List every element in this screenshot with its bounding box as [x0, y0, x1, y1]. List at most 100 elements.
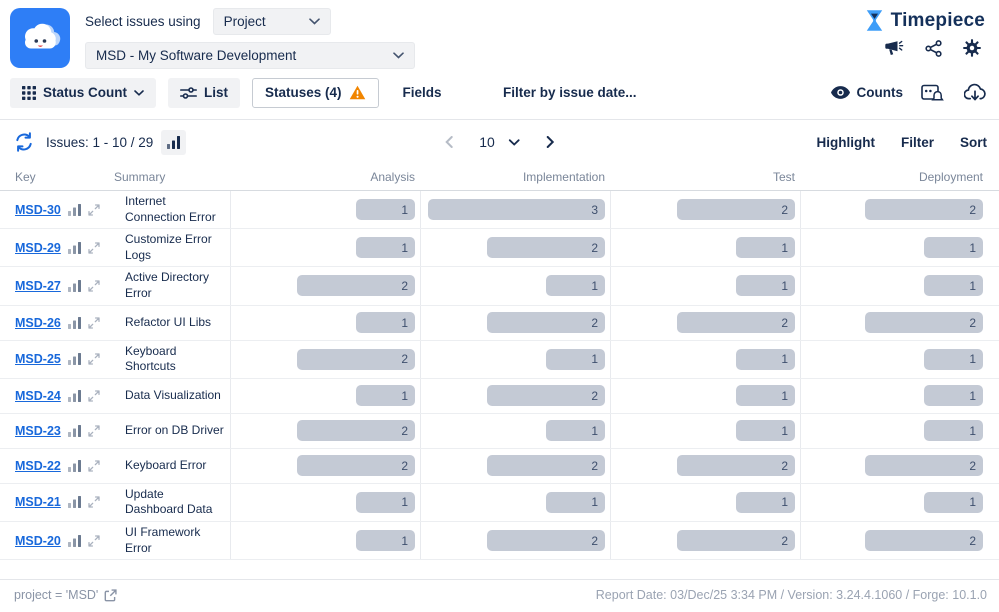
issue-expand-button[interactable] — [88, 242, 100, 254]
status-count-cell: 1 — [420, 341, 610, 378]
next-page-button[interactable] — [544, 134, 557, 150]
status-count-value: 2 — [591, 459, 605, 473]
issue-expand-button[interactable] — [88, 535, 100, 547]
issue-expand-button[interactable] — [88, 390, 100, 402]
fields-label: Fields — [403, 85, 442, 100]
status-count-bar: 1 — [736, 385, 795, 406]
issue-expand-button[interactable] — [88, 204, 100, 216]
status-count-value: 1 — [969, 241, 983, 255]
status-count-bar: 2 — [487, 530, 605, 551]
status-count-bar: 1 — [356, 530, 415, 551]
issue-chart-button[interactable] — [68, 425, 81, 437]
issue-expand-button[interactable] — [88, 353, 100, 365]
refresh-button[interactable] — [12, 130, 36, 154]
issue-expand-button[interactable] — [88, 280, 100, 292]
status-count-value: 2 — [591, 241, 605, 255]
status-count-cell: 1 — [610, 267, 800, 304]
summary-cell: Refactor UI Libs — [112, 306, 230, 340]
issue-key-link[interactable]: MSD-20 — [15, 534, 61, 548]
list-button[interactable]: List — [168, 78, 240, 108]
status-count-bar: 1 — [356, 385, 415, 406]
mode-dropdown[interactable]: Project — [213, 8, 331, 35]
status-count-cell: 2 — [420, 229, 610, 266]
table-row: MSD-27Active Directory Error2111 — [0, 267, 999, 305]
status-count-value: 2 — [401, 459, 415, 473]
issue-chart-button[interactable] — [68, 460, 81, 472]
table-header-row: Key Summary Analysis Implementation Test… — [0, 166, 999, 191]
status-count-value: 2 — [969, 459, 983, 473]
status-count-bar: 2 — [297, 420, 415, 441]
view-type-button[interactable]: Status Count — [10, 78, 156, 108]
issue-key-link[interactable]: MSD-27 — [15, 279, 61, 293]
issue-chart-button[interactable] — [68, 496, 81, 508]
issue-chart-button[interactable] — [68, 204, 81, 216]
highlight-button[interactable]: Highlight — [817, 135, 875, 150]
issue-expand-button[interactable] — [88, 317, 100, 329]
filter-button[interactable]: Filter — [901, 135, 934, 150]
key-cell: MSD-21 — [0, 484, 112, 521]
external-link-icon[interactable] — [104, 589, 117, 602]
status-count-cell: 1 — [610, 379, 800, 413]
bar-chart-icon — [68, 204, 81, 216]
status-count-value: 1 — [401, 316, 415, 330]
issue-key-link[interactable]: MSD-23 — [15, 424, 61, 438]
bar-chart-icon — [68, 353, 81, 365]
expand-icon — [88, 242, 100, 254]
export-button[interactable] — [962, 81, 989, 104]
brand-area: Timepiece — [862, 8, 987, 59]
settings-button[interactable] — [961, 37, 983, 59]
issue-key-link[interactable]: MSD-30 — [15, 203, 61, 217]
status-count-value: 1 — [969, 389, 983, 403]
chevron-left-icon — [444, 136, 453, 148]
status-count-cell: 2 — [610, 522, 800, 559]
jql-query: project = 'MSD' — [14, 588, 117, 602]
key-cell: MSD-30 — [0, 191, 112, 228]
status-count-bar: 1 — [924, 237, 983, 258]
announcements-button[interactable] — [883, 38, 906, 59]
issue-chart-button[interactable] — [68, 353, 81, 365]
issue-chart-button[interactable] — [68, 390, 81, 402]
key-cell: MSD-24 — [0, 379, 112, 413]
status-count-cell: 1 — [800, 379, 999, 413]
chart-view-toggle[interactable] — [161, 130, 186, 155]
issue-chart-button[interactable] — [68, 317, 81, 329]
status-count-cell: 1 — [800, 267, 999, 304]
sort-button[interactable]: Sort — [960, 135, 987, 150]
counts-button[interactable]: Counts — [831, 85, 904, 100]
report-subscription-button[interactable] — [919, 81, 946, 104]
date-filter-button[interactable]: Filter by issue date... — [503, 85, 637, 100]
share-button[interactable] — [923, 38, 944, 59]
status-count-cell: 2 — [800, 449, 999, 483]
status-count-cell: 1 — [420, 267, 610, 304]
mode-dropdown-value: Project — [224, 14, 266, 29]
project-dropdown[interactable]: MSD - My Software Development — [85, 42, 415, 69]
view-type-label: Status Count — [43, 85, 127, 100]
issue-chart-button[interactable] — [68, 242, 81, 254]
status-count-bar: 1 — [736, 237, 795, 258]
issue-key-link[interactable]: MSD-29 — [15, 241, 61, 255]
issue-key-link[interactable]: MSD-24 — [15, 389, 61, 403]
issue-expand-button[interactable] — [88, 496, 100, 508]
issue-key-link[interactable]: MSD-25 — [15, 352, 61, 366]
issue-key-link[interactable]: MSD-22 — [15, 459, 61, 473]
bar-chart-icon — [68, 496, 81, 508]
prev-page-button[interactable] — [442, 134, 455, 150]
status-count-cell: 1 — [610, 414, 800, 448]
project-dropdown-value: MSD - My Software Development — [96, 48, 296, 63]
bar-chart-icon — [167, 136, 180, 149]
status-count-cell: 1 — [230, 379, 420, 413]
issue-expand-button[interactable] — [88, 425, 100, 437]
issue-key-link[interactable]: MSD-21 — [15, 495, 61, 509]
summary-cell: Data Visualization — [112, 379, 230, 413]
statuses-button[interactable]: Statuses (4) — [252, 78, 379, 108]
chevron-right-icon — [546, 136, 555, 148]
status-count-cell: 2 — [420, 522, 610, 559]
fields-button[interactable]: Fields — [391, 78, 454, 108]
report-alarm-icon — [921, 83, 944, 102]
page-size-dropdown[interactable]: 10 — [479, 134, 520, 150]
issue-key-link[interactable]: MSD-26 — [15, 316, 61, 330]
issue-chart-button[interactable] — [68, 280, 81, 292]
issue-expand-button[interactable] — [88, 460, 100, 472]
issue-chart-button[interactable] — [68, 535, 81, 547]
status-count-bar: 2 — [677, 530, 795, 551]
